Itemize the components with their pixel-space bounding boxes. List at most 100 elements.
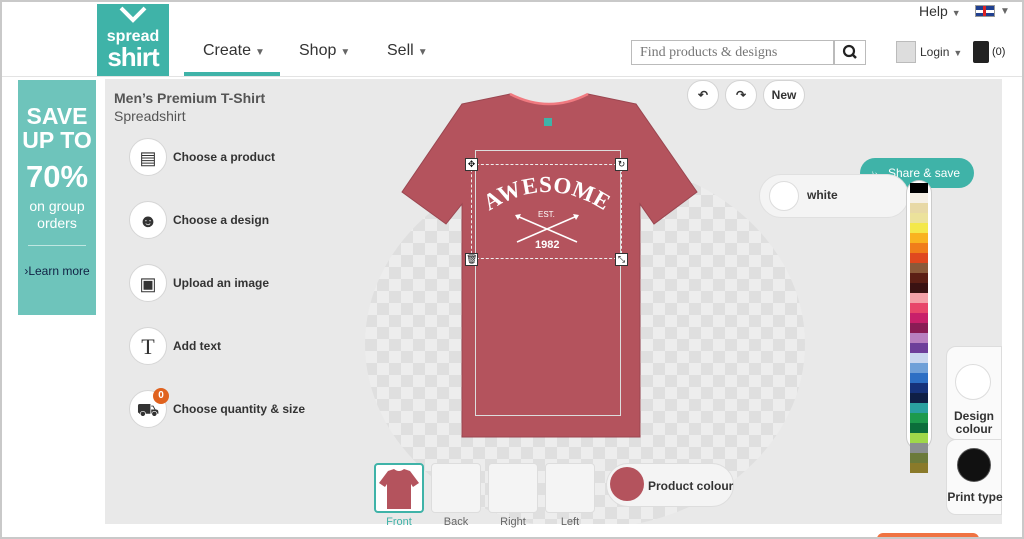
colour-swatch[interactable] xyxy=(910,363,928,373)
view-left-label[interactable]: Left xyxy=(545,516,595,528)
help-menu[interactable]: Help ▼ xyxy=(919,3,961,19)
group-order-promo[interactable]: SAVE UP TO 70% on group orders ›Learn mo… xyxy=(18,80,96,315)
colour-swatch[interactable] xyxy=(910,203,928,213)
learn-more-link[interactable]: ›Learn more xyxy=(18,264,96,278)
help-label: Help xyxy=(919,3,948,19)
nav-create[interactable]: Create ▼ xyxy=(203,42,265,60)
colour-swatch[interactable] xyxy=(910,423,928,433)
colour-swatch[interactable] xyxy=(910,213,928,223)
colour-swatch[interactable] xyxy=(910,243,928,253)
colour-swatch[interactable] xyxy=(910,463,928,473)
colour-swatch[interactable] xyxy=(910,183,928,193)
colour-swatch[interactable] xyxy=(910,193,928,203)
product-colour-label: Product colour xyxy=(648,479,734,493)
colour-swatch[interactable] xyxy=(910,353,928,363)
rotate-handle-icon[interactable]: ↻ xyxy=(615,158,628,171)
chevron-down-icon: ▼ xyxy=(417,47,428,58)
design-colour-name: white xyxy=(807,188,838,202)
chevron-down-icon[interactable]: ▼ xyxy=(1000,6,1010,17)
design-colour-circle xyxy=(955,364,991,400)
colour-swatch[interactable] xyxy=(910,433,928,443)
view-back-label[interactable]: Back xyxy=(431,516,481,528)
colour-swatch[interactable] xyxy=(910,253,928,263)
colour-swatch[interactable] xyxy=(910,453,928,463)
uk-flag-icon[interactable] xyxy=(975,5,995,17)
view-front-thumb[interactable] xyxy=(374,463,424,513)
colour-swatch[interactable] xyxy=(910,293,928,303)
svg-text:AWESOME: AWESOME xyxy=(479,174,615,215)
menu-label: Choose a product xyxy=(173,150,276,164)
colour-swatch[interactable] xyxy=(910,413,928,423)
text-icon: T xyxy=(129,327,167,365)
colour-swatch[interactable] xyxy=(910,393,928,403)
view-front-label[interactable]: Front xyxy=(374,516,424,528)
login-label: Login xyxy=(920,45,950,59)
colour-swatch[interactable] xyxy=(910,403,928,413)
print-type-icon xyxy=(957,448,991,482)
colour-swatch[interactable] xyxy=(910,303,928,313)
view-back-thumb[interactable] xyxy=(431,463,481,513)
promo-save-text: SAVE UP TO xyxy=(22,103,92,153)
cart-count[interactable]: (0) xyxy=(992,46,1005,58)
chevron-down-icon: ▼ xyxy=(951,8,961,18)
product-brand: Spreadshirt xyxy=(114,108,186,124)
add-text-button[interactable]: T Add text xyxy=(129,327,329,367)
tshirt-thumb-icon xyxy=(379,469,419,509)
choose-design-button[interactable]: ☻ Choose a design xyxy=(129,201,329,241)
logo-line-2: shirt xyxy=(107,42,159,72)
nav-sell[interactable]: Sell ▼ xyxy=(387,42,428,60)
header-divider xyxy=(2,76,1022,77)
print-type-label: Print type xyxy=(947,490,1003,504)
upload-image-button[interactable]: ▣ Upload an image xyxy=(129,264,329,304)
redo-icon: ↷ xyxy=(735,88,747,102)
chevron-down-icon: ▼ xyxy=(255,47,265,58)
white-colour-swatch xyxy=(769,181,799,211)
colour-swatch[interactable] xyxy=(910,373,928,383)
choose-product-button[interactable]: ▤ Choose a product xyxy=(129,138,329,178)
view-left-thumb[interactable] xyxy=(545,463,595,513)
nav-shop[interactable]: Shop ▼ xyxy=(299,42,350,60)
nav-create-label: Create xyxy=(203,42,252,59)
design-colour-label: Design colour xyxy=(953,409,994,436)
menu-label: Add text xyxy=(173,339,221,353)
page-frame: spread shirt Create ▼ Shop ▼ Sell ▼ Help ▼ ▼… xyxy=(0,0,1024,539)
colour-swatch[interactable] xyxy=(910,323,928,333)
menu-label: Upload an image xyxy=(173,276,270,290)
search-button[interactable] xyxy=(834,40,866,65)
view-right-label[interactable]: Right xyxy=(488,516,538,528)
promo-percent: 70% xyxy=(25,159,89,194)
view-right-thumb[interactable] xyxy=(488,463,538,513)
new-button[interactable]: New xyxy=(763,80,805,110)
upload-image-icon: ▣ xyxy=(129,264,167,302)
redo-button[interactable]: ↷ xyxy=(725,80,757,110)
colour-swatch[interactable] xyxy=(910,273,928,283)
colour-swatch[interactable] xyxy=(910,283,928,293)
shopping-bag-icon[interactable] xyxy=(973,41,989,63)
colour-swatch[interactable] xyxy=(910,233,928,243)
colour-swatch[interactable] xyxy=(910,343,928,353)
spreadshirt-logo[interactable]: spread shirt xyxy=(97,4,169,77)
new-label: New xyxy=(771,88,797,102)
menu-label: Choose a design xyxy=(173,213,270,227)
login-menu[interactable]: Login ▼ xyxy=(920,45,962,59)
colour-swatch[interactable] xyxy=(910,223,928,233)
colour-swatch[interactable] xyxy=(910,383,928,393)
colour-swatch[interactable] xyxy=(910,443,928,453)
delete-handle-icon[interactable]: 🗑 xyxy=(465,253,478,266)
design-est-text: EST. xyxy=(538,210,555,219)
chevron-down-icon: ▼ xyxy=(953,48,963,58)
quantity-badge: 0 xyxy=(153,388,169,404)
nav-sell-label: Sell xyxy=(387,42,414,59)
search-input[interactable] xyxy=(631,40,834,65)
search-icon xyxy=(842,44,857,59)
colour-swatch[interactable] xyxy=(910,263,928,273)
colour-swatch[interactable] xyxy=(910,313,928,323)
move-handle-icon[interactable]: ✥ xyxy=(465,158,478,171)
menu-label: Choose quantity & size xyxy=(173,402,306,416)
learn-more-label: Learn more xyxy=(28,264,90,278)
add-to-basket-button[interactable] xyxy=(877,533,979,537)
colour-palette[interactable] xyxy=(906,180,932,473)
user-avatar-icon[interactable] xyxy=(896,41,916,63)
colour-swatch[interactable] xyxy=(910,333,928,343)
resize-handle-icon[interactable]: ⤡ xyxy=(615,253,628,266)
